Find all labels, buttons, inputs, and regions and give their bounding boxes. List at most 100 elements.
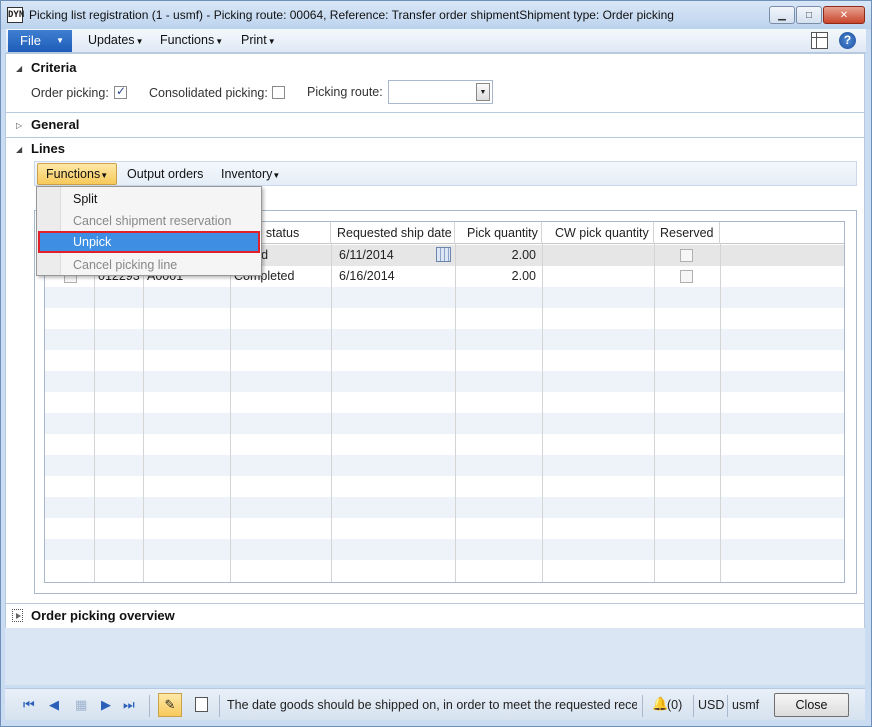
order-picking-label: Order picking: xyxy=(31,86,109,100)
empty-row xyxy=(45,371,844,392)
minimize-button[interactable]: ▁ xyxy=(769,6,795,24)
minimize-icon: ▁ xyxy=(778,9,786,21)
column-divider xyxy=(654,244,655,582)
empty-row xyxy=(45,329,844,350)
output-orders-button[interactable]: Output orders xyxy=(127,167,203,181)
window-title: Picking list registration (1 - usmf) - P… xyxy=(29,8,674,22)
empty-row xyxy=(45,539,844,560)
column-divider xyxy=(94,244,95,582)
status-divider xyxy=(149,695,150,717)
content-footer-area xyxy=(5,628,865,685)
collapse-triangle-icon[interactable]: ◢ xyxy=(16,64,22,73)
empty-row xyxy=(45,497,844,518)
divider xyxy=(5,603,865,604)
updates-menu[interactable]: Updates▼ xyxy=(88,33,143,47)
status-divider xyxy=(727,695,728,717)
close-window-button[interactable]: ✕ xyxy=(823,6,865,24)
column-divider xyxy=(331,244,332,582)
expand-triangle-icon[interactable]: ▷ xyxy=(16,121,22,130)
picking-route-label: Picking route: xyxy=(307,85,383,99)
reserved-checkbox[interactable] xyxy=(680,249,693,262)
menu-item-unpick[interactable]: Unpick xyxy=(38,231,260,253)
print-menu[interactable]: Print▼ xyxy=(241,33,276,47)
order-picking-overview-title[interactable]: Order picking overview xyxy=(31,608,175,623)
next-record-icon[interactable]: ▶ xyxy=(101,698,111,713)
divider xyxy=(5,112,865,113)
inventory-menu[interactable]: Inventory▼ xyxy=(221,167,280,181)
chevron-down-icon: ▼ xyxy=(56,36,64,45)
functions-dropdown-menu: Split Cancel shipment reservation Cancel… xyxy=(36,186,262,276)
column-divider xyxy=(720,244,721,582)
column-header-reserved[interactable]: Reserved xyxy=(654,222,720,244)
maximize-button[interactable]: □ xyxy=(796,6,822,24)
close-icon: ✕ xyxy=(839,9,849,21)
first-record-icon[interactable]: ⏮ xyxy=(23,698,35,713)
attachment-icon[interactable] xyxy=(195,697,208,712)
empty-row xyxy=(45,413,844,434)
status-divider xyxy=(642,695,643,717)
chevron-down-icon: ▼ xyxy=(272,171,281,180)
help-icon[interactable]: ? xyxy=(839,32,856,49)
reserved-checkbox[interactable] xyxy=(680,270,693,283)
print-menu-label: Print xyxy=(241,33,267,47)
previous-record-icon[interactable]: ◀ xyxy=(49,698,59,713)
cell-ship-date[interactable]: 6/16/2014 xyxy=(335,266,431,287)
lines-functions-label: Functions xyxy=(46,167,101,181)
title-bar: DYN Picking list registration (1 - usmf)… xyxy=(1,1,871,29)
window-controls: ▁ □ ✕ xyxy=(768,6,865,24)
empty-row xyxy=(45,287,844,308)
column-header-requested-ship-date[interactable]: Requested ship date xyxy=(331,222,455,244)
inventory-menu-label: Inventory xyxy=(221,167,273,181)
file-menu-button[interactable]: File ▼ xyxy=(8,30,72,52)
dropdown-arrow-icon[interactable]: ▼ xyxy=(476,83,490,101)
consolidated-picking-label: Consolidated picking: xyxy=(149,86,268,100)
menu-item-split[interactable]: Split xyxy=(73,192,97,206)
divider xyxy=(5,137,865,138)
collapse-triangle-icon[interactable]: ◢ xyxy=(16,145,22,154)
status-message: The date goods should be shipped on, in … xyxy=(227,698,637,712)
chevron-down-icon: ▼ xyxy=(215,37,224,46)
dynamics-app-icon: DYN xyxy=(7,7,24,23)
column-divider xyxy=(143,244,144,582)
edit-pencil-icon[interactable]: ✎ xyxy=(158,693,182,717)
currency-indicator[interactable]: USD xyxy=(698,698,724,712)
column-divider xyxy=(455,244,456,582)
notification-bell-icon[interactable]: 🔔 xyxy=(652,697,668,712)
menu-item-unpick-label: Unpick xyxy=(73,235,112,249)
layout-icon[interactable] xyxy=(811,32,828,49)
cell-pick-quantity[interactable]: 2.00 xyxy=(455,266,542,287)
picking-route-combo[interactable]: ▼ xyxy=(388,80,493,104)
lines-functions-button[interactable]: Functions▼ xyxy=(37,163,117,185)
close-button[interactable]: Close xyxy=(774,693,849,717)
functions-menu-label: Functions xyxy=(160,33,215,47)
status-divider xyxy=(693,695,694,717)
column-header-cw-pick-quantity[interactable]: CW pick quantity xyxy=(542,222,654,244)
consolidated-picking-checkbox[interactable] xyxy=(272,86,285,99)
status-divider xyxy=(219,695,220,717)
cell-pick-quantity[interactable]: 2.00 xyxy=(455,245,542,266)
updates-menu-label: Updates xyxy=(88,33,135,47)
chevron-down-icon: ▼ xyxy=(267,37,276,46)
chevron-down-icon: ▼ xyxy=(135,37,144,46)
empty-row xyxy=(45,455,844,476)
file-menu-label: File xyxy=(20,33,41,48)
company-indicator[interactable]: usmf xyxy=(732,698,759,712)
grid-icon[interactable]: ▦ xyxy=(75,698,87,713)
general-section-title[interactable]: General xyxy=(31,117,79,132)
functions-menu[interactable]: Functions▼ xyxy=(160,33,223,47)
notification-count[interactable]: (0) xyxy=(667,698,682,712)
chevron-down-icon: ▼ xyxy=(100,171,109,180)
cell-cw-quantity[interactable] xyxy=(542,245,654,266)
maximize-icon: □ xyxy=(805,9,813,21)
calendar-icon[interactable] xyxy=(436,247,451,262)
status-bar: ⏮ ◀ ▦ ▶ ⏭ ✎ The date goods should be shi… xyxy=(5,688,865,720)
criteria-section-title[interactable]: Criteria xyxy=(31,60,77,75)
expand-section-icon[interactable] xyxy=(12,609,23,622)
order-picking-checkbox[interactable] xyxy=(114,84,127,99)
cell-cw-quantity[interactable] xyxy=(542,266,654,287)
lines-section-title[interactable]: Lines xyxy=(31,141,65,156)
column-header-pick-quantity[interactable]: Pick quantity xyxy=(455,222,542,244)
column-divider xyxy=(230,244,231,582)
cell-ship-date[interactable]: 6/11/2014 xyxy=(335,245,431,266)
last-record-icon[interactable]: ⏭ xyxy=(123,698,135,713)
